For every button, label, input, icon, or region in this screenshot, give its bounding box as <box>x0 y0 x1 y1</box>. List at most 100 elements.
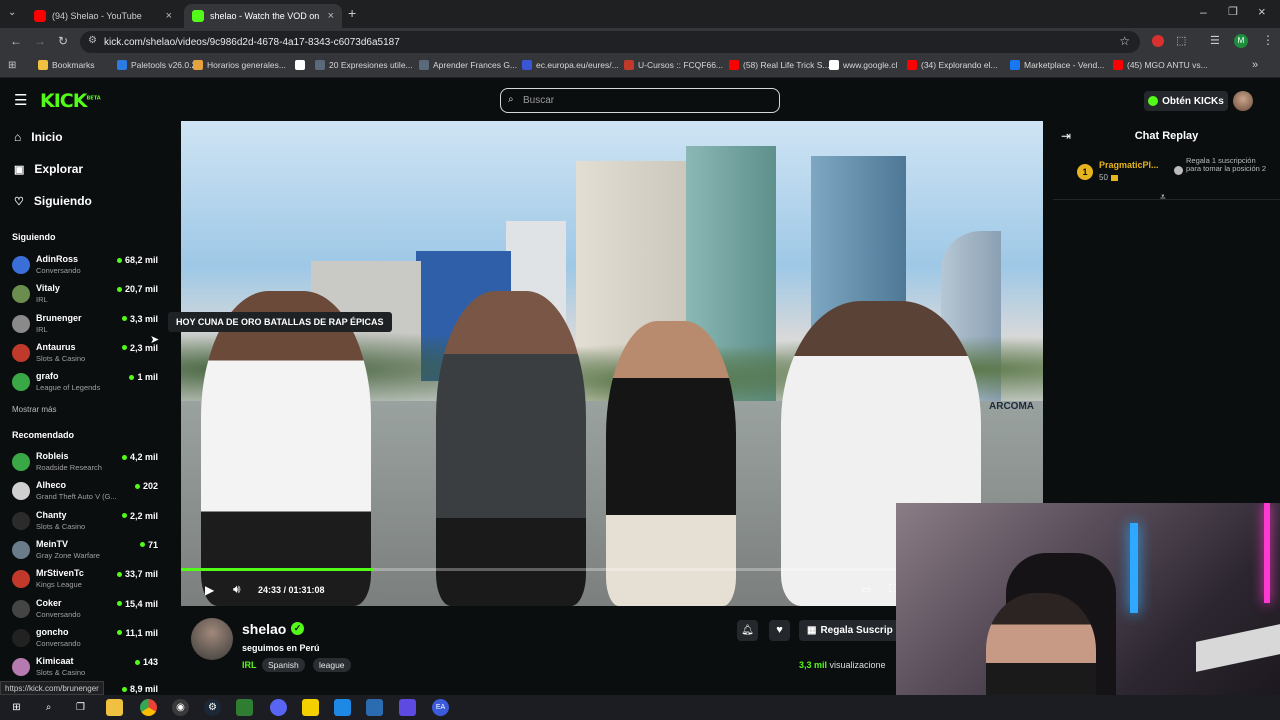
search-icon[interactable]: ⌕ <box>40 699 57 716</box>
calculator-icon[interactable] <box>366 699 383 716</box>
notifications-button[interactable]: 🔔︎ <box>737 620 758 641</box>
app-icon[interactable] <box>236 699 253 716</box>
sidebar-channel[interactable]: Alheco Grand Theft Auto V (G... 202 <box>12 479 162 505</box>
viewer-count: 15,4 mil <box>116 599 158 609</box>
bookmark-item[interactable] <box>295 60 309 70</box>
puzzle-icon[interactable]: ⬚ <box>1176 34 1186 47</box>
channel-name[interactable]: shelao <box>242 621 286 637</box>
sidebar-channel[interactable]: Robleis Roadside Research 4,2 mil <box>12 450 162 476</box>
sidebar-channel[interactable]: AdinRoss Conversando 68,2 mil <box>12 253 162 279</box>
bookmark-item[interactable]: U-Cursos :: FCQF66... <box>624 60 723 70</box>
nav-siguiendo[interactable]: ♡ Siguiendo <box>14 194 92 208</box>
windows-start-icon[interactable]: ⊞ <box>8 699 25 716</box>
home-icon: ⌂ <box>14 130 22 144</box>
bookmark-item[interactable]: www.google.cl <box>829 60 897 70</box>
sidebar-channel[interactable]: goncho Conversando 11,1 mil <box>12 626 162 652</box>
channel-name: Coker <box>36 597 62 608</box>
bookmark-item[interactable]: Horarios generales... <box>193 60 286 70</box>
profile-avatar[interactable]: M <box>1234 34 1248 48</box>
user-avatar[interactable] <box>1233 91 1253 111</box>
notes-icon[interactable] <box>302 699 319 716</box>
bookmark-item[interactable]: 20 Expresiones utile... <box>315 60 413 70</box>
sidebar-channel[interactable]: Antaurus Slots & Casino 2,3 mil <box>12 341 162 367</box>
address-bar[interactable]: ⚙ kick.com/shelao/videos/9c986d2d-4678-4… <box>80 31 1140 53</box>
search-placeholder: Buscar <box>523 95 555 106</box>
more-bookmarks-icon[interactable]: » <box>1252 59 1258 71</box>
channel-category: Grand Theft Auto V (G... <box>36 492 117 502</box>
search-input[interactable]: ⌕ Buscar <box>500 88 780 113</box>
sidebar-channel[interactable]: grafo League of Legends 1 mil <box>12 370 162 396</box>
bookmark-item[interactable]: Bookmarks <box>38 60 95 70</box>
progress-bar[interactable] <box>181 568 896 571</box>
volume-icon[interactable]: 🔊︎ <box>233 582 241 597</box>
tag-spanish[interactable]: Spanish <box>262 658 305 672</box>
channel-avatar <box>12 570 30 589</box>
sidebar-channel[interactable]: Vitaly IRL 20,7 mil <box>12 282 162 308</box>
chat-title: Chat Replay <box>1134 130 1199 142</box>
calendar-icon[interactable] <box>334 699 351 716</box>
bookmark-item[interactable]: (45) MGO ANTU vs... <box>1113 60 1208 70</box>
bookmark-item[interactable]: Aprender Frances G... <box>419 60 517 70</box>
bookmark-label: Paletools v26.0.28 <box>131 60 201 70</box>
channel-category: Conversando <box>36 609 81 619</box>
menu-icon[interactable]: ⋮ <box>1262 33 1274 47</box>
app-icon[interactable] <box>399 699 416 716</box>
pinned-username[interactable]: PragmaticPl... <box>1099 160 1159 170</box>
sidebar-channel[interactable]: Coker Conversando 15,4 mil <box>12 597 162 623</box>
tab-youtube[interactable]: (94) Shelao - YouTube × <box>26 4 180 28</box>
get-kicks-button[interactable]: Obtén KICKs <box>1144 91 1228 111</box>
file-explorer-icon[interactable] <box>106 699 123 716</box>
nav-explorar[interactable]: ▣ Explorar <box>14 162 83 176</box>
browser-tab-bar: ⌄ (94) Shelao - YouTube × shelao - Watch… <box>0 0 1280 28</box>
theater-mode-icon[interactable]: ▭ <box>861 583 871 596</box>
bookmark-label: www.google.cl <box>843 60 898 70</box>
back-icon[interactable]: ← <box>10 34 22 48</box>
sidebar-channel[interactable]: MrStivenTc Kings League 33,7 mil <box>12 567 162 593</box>
minimize-icon[interactable]: – <box>1200 5 1207 19</box>
sidebar-channel[interactable]: Chanty Slots & Casino 2,2 mil <box>12 509 162 535</box>
steam-icon[interactable]: ⚙ <box>204 699 221 716</box>
expand-leaderboard-icon[interactable]: ⩡ <box>1160 192 1166 203</box>
tab-kick[interactable]: shelao - Watch the VOD on Kick × <box>184 4 342 28</box>
forward-icon[interactable]: → <box>34 34 46 48</box>
reload-icon[interactable]: ↻ <box>58 34 68 48</box>
site-info-icon[interactable]: ⚙ <box>88 35 97 46</box>
channel-category: Conversando <box>36 638 81 648</box>
chrome-icon[interactable] <box>140 699 157 716</box>
extension-icon[interactable] <box>1152 35 1164 47</box>
show-more-link[interactable]: Mostrar más <box>12 405 56 414</box>
player-controls: ▶ 🔊︎ 24:33 / 01:31:08 ▭ ⛶ <box>181 578 897 604</box>
channel-avatar[interactable] <box>191 618 233 660</box>
ea-icon[interactable]: EA <box>432 699 449 716</box>
task-view-icon[interactable]: ❐ <box>72 699 89 716</box>
bookmark-item[interactable]: Marketplace - Vend... <box>1010 60 1104 70</box>
bookmark-item[interactable]: (58) Real Life Trick S... <box>729 60 829 70</box>
sidebar-channel[interactable]: Kimicaat Slots & Casino 143 <box>12 655 162 681</box>
restore-icon[interactable]: ❐ <box>1228 5 1238 18</box>
reading-list-icon[interactable]: ☰ <box>1210 34 1220 47</box>
new-tab-icon[interactable]: + <box>348 5 356 21</box>
apps-icon[interactable]: ⊞ <box>8 60 16 71</box>
channel-avatar <box>12 343 30 362</box>
gift-subscription-button[interactable]: ▦ Regala Suscrip <box>799 620 896 641</box>
nav-inicio[interactable]: ⌂ Inicio <box>14 130 63 144</box>
bookmark-item[interactable]: ec.europa.eu/eures/... <box>522 60 619 70</box>
bookmark-star-icon[interactable]: ☆ <box>1119 34 1130 48</box>
obs-icon[interactable]: ◉ <box>172 699 189 716</box>
tag-league[interactable]: league <box>313 658 351 672</box>
bookmark-item[interactable]: (34) Explorando el... <box>907 60 998 70</box>
kick-logo[interactable]: KICKBETA <box>40 90 101 112</box>
sidebar-channel[interactable]: Brunenger IRL 3,3 mil <box>12 312 162 338</box>
viewer-count: 20,7 mil <box>116 284 158 294</box>
hamburger-menu-icon[interactable]: ☰ <box>14 91 27 109</box>
category-link[interactable]: IRL <box>242 660 257 670</box>
close-tab-icon[interactable]: × <box>328 10 334 22</box>
tab-list-chevron-icon[interactable]: ⌄ <box>8 7 16 18</box>
play-icon[interactable]: ▶ <box>205 583 214 597</box>
sidebar-channel[interactable]: MeinTV Gray Zone Warfare 71 <box>12 538 162 564</box>
follow-heart-button[interactable]: ♥ <box>769 620 790 641</box>
discord-icon[interactable] <box>270 699 287 716</box>
close-tab-icon[interactable]: × <box>166 10 172 22</box>
close-window-icon[interactable]: × <box>1258 4 1266 19</box>
bookmark-item[interactable]: Paletools v26.0.28 <box>117 60 201 70</box>
